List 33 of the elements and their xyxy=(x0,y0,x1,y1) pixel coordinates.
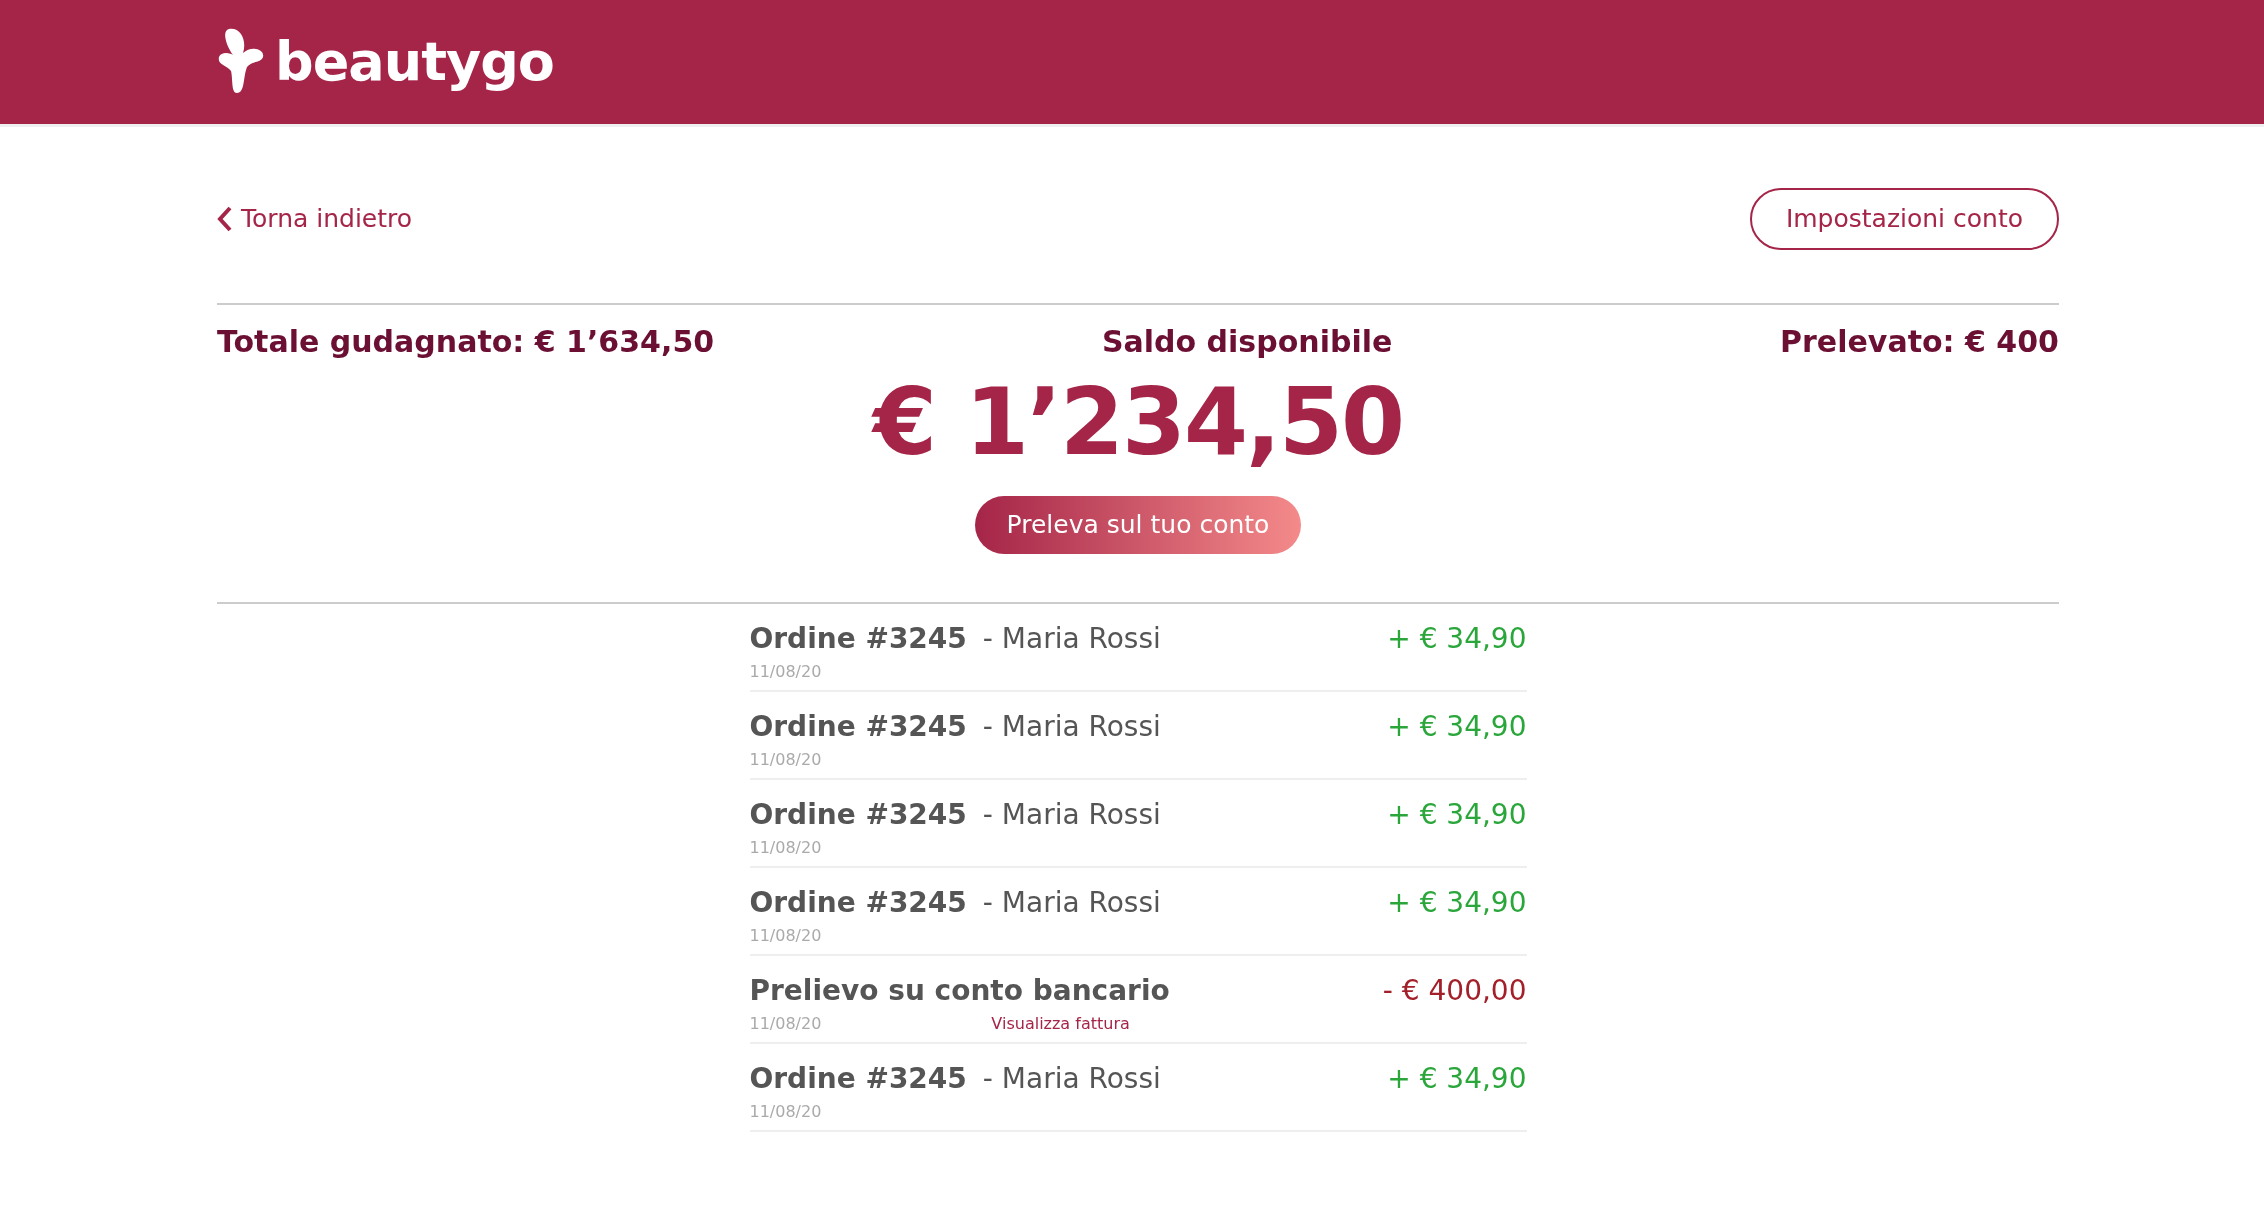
invoice-link[interactable]: Visualizza fattura xyxy=(991,1012,1130,1037)
transaction-date: 11/08/20 xyxy=(749,1101,822,1124)
transaction-amount: + € 34,90 xyxy=(1387,1061,1527,1098)
customer-name: - Maria Rossi xyxy=(982,709,1161,746)
transaction-title: Ordine #3245 xyxy=(749,709,967,746)
transaction-amount: + € 34,90 xyxy=(1387,885,1527,922)
transaction-date: 11/08/20 xyxy=(749,925,822,948)
settings-button[interactable]: Impostazioni conto xyxy=(1749,188,2059,250)
back-link[interactable]: Torna indietro xyxy=(217,200,413,238)
logo[interactable]: beautygo xyxy=(275,35,554,89)
transaction-date: 11/08/20 xyxy=(749,661,822,684)
balance-amount: € 1’234,50 xyxy=(870,368,1404,478)
transaction-title: Ordine #3245 xyxy=(749,797,967,834)
customer-name: - Maria Rossi xyxy=(982,885,1161,922)
chevron-left-icon xyxy=(217,206,233,232)
withdrawn-total: Prelevato: € 400 xyxy=(1780,323,2059,361)
transaction-amount: + € 34,90 xyxy=(1387,709,1527,746)
customer-name: - Maria Rossi xyxy=(982,1061,1161,1098)
withdraw-button[interactable]: Preleva sul tuo conto xyxy=(974,496,1302,555)
transaction-title: Ordine #3245 xyxy=(749,885,967,922)
transaction-amount: - € 400,00 xyxy=(1382,973,1527,1010)
transaction-date: 11/08/20 xyxy=(749,837,822,860)
transaction-title: Ordine #3245 xyxy=(749,1061,967,1098)
transaction-title: Prelievo su conto bancario xyxy=(749,973,1170,1010)
transaction-title: Ordine #3245 xyxy=(749,621,967,658)
customer-name: - Maria Rossi xyxy=(982,621,1161,658)
transaction-amount: + € 34,90 xyxy=(1387,621,1527,658)
balance-label: Saldo disponibile xyxy=(1101,323,1393,361)
transaction-date: 11/08/20 xyxy=(749,1013,822,1036)
total-earned: Totale gudagnato: € 1’634,50 xyxy=(217,323,715,361)
transaction-date: 11/08/20 xyxy=(749,749,822,772)
customer-name: - Maria Rossi xyxy=(982,797,1161,834)
transaction-amount: + € 34,90 xyxy=(1387,797,1527,834)
